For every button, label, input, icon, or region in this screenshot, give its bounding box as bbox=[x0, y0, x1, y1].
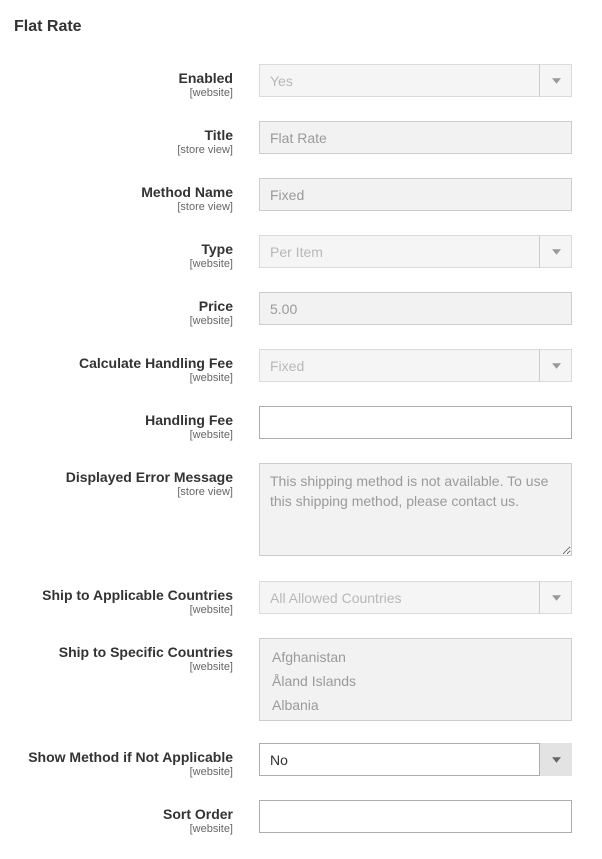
label-ship-applicable: Ship to Applicable Countries bbox=[14, 587, 233, 603]
row-title: Title [store view] bbox=[14, 121, 588, 156]
row-type: Type [website] Per Item bbox=[14, 235, 588, 270]
input-handling-fee[interactable] bbox=[259, 406, 572, 439]
section-title: Flat Rate bbox=[14, 18, 588, 36]
row-price: Price [website] bbox=[14, 292, 588, 327]
select-show-not-applicable[interactable]: No bbox=[259, 743, 572, 776]
row-enabled: Enabled [website] Yes bbox=[14, 64, 588, 99]
select-enabled[interactable]: Yes bbox=[259, 64, 572, 97]
label-error-msg: Displayed Error Message bbox=[14, 469, 233, 485]
input-method-name[interactable] bbox=[259, 178, 572, 211]
label-method-name: Method Name bbox=[14, 184, 233, 200]
label-type: Type bbox=[14, 241, 233, 257]
scope-ship-specific: [website] bbox=[14, 661, 233, 673]
select-calc-handling[interactable]: Fixed bbox=[259, 349, 572, 382]
row-show-not-applicable: Show Method if Not Applicable [website] … bbox=[14, 743, 588, 778]
label-handling-fee: Handling Fee bbox=[14, 412, 233, 428]
row-sort-order: Sort Order [website] bbox=[14, 800, 588, 835]
scope-error-msg: [store view] bbox=[14, 486, 233, 498]
label-price: Price bbox=[14, 298, 233, 314]
label-enabled: Enabled bbox=[14, 70, 233, 86]
input-sort-order[interactable] bbox=[259, 800, 572, 833]
input-price[interactable] bbox=[259, 292, 572, 325]
row-error-msg: Displayed Error Message [store view] Thi… bbox=[14, 463, 588, 559]
row-ship-specific: Ship to Specific Countries [website] Afg… bbox=[14, 638, 588, 721]
label-show-not-applicable: Show Method if Not Applicable bbox=[14, 749, 233, 765]
label-title: Title bbox=[14, 127, 233, 143]
list-item[interactable]: Afghanistan bbox=[260, 645, 571, 669]
label-ship-specific: Ship to Specific Countries bbox=[14, 644, 233, 660]
select-ship-applicable[interactable]: All Allowed Countries bbox=[259, 581, 572, 614]
multiselect-ship-specific[interactable]: Afghanistan Åland Islands Albania bbox=[259, 638, 572, 721]
select-type[interactable]: Per Item bbox=[259, 235, 572, 268]
label-sort-order: Sort Order bbox=[14, 806, 233, 822]
scope-handling-fee: [website] bbox=[14, 429, 233, 441]
textarea-error-msg[interactable]: This shipping method is not available. T… bbox=[259, 463, 572, 556]
scope-show-not-applicable: [website] bbox=[14, 766, 233, 778]
scope-type: [website] bbox=[14, 258, 233, 270]
list-item[interactable]: Åland Islands bbox=[260, 669, 571, 693]
scope-ship-applicable: [website] bbox=[14, 604, 233, 616]
scope-sort-order: [website] bbox=[14, 823, 233, 835]
scope-enabled: [website] bbox=[14, 87, 233, 99]
scope-calc-handling: [website] bbox=[14, 372, 233, 384]
row-calc-handling: Calculate Handling Fee [website] Fixed bbox=[14, 349, 588, 384]
scope-price: [website] bbox=[14, 315, 233, 327]
row-handling-fee: Handling Fee [website] bbox=[14, 406, 588, 441]
scope-title: [store view] bbox=[14, 144, 233, 156]
input-title[interactable] bbox=[259, 121, 572, 154]
list-item[interactable]: Albania bbox=[260, 693, 571, 717]
row-method-name: Method Name [store view] bbox=[14, 178, 588, 213]
scope-method-name: [store view] bbox=[14, 201, 233, 213]
label-calc-handling: Calculate Handling Fee bbox=[14, 355, 233, 371]
row-ship-applicable: Ship to Applicable Countries [website] A… bbox=[14, 581, 588, 616]
